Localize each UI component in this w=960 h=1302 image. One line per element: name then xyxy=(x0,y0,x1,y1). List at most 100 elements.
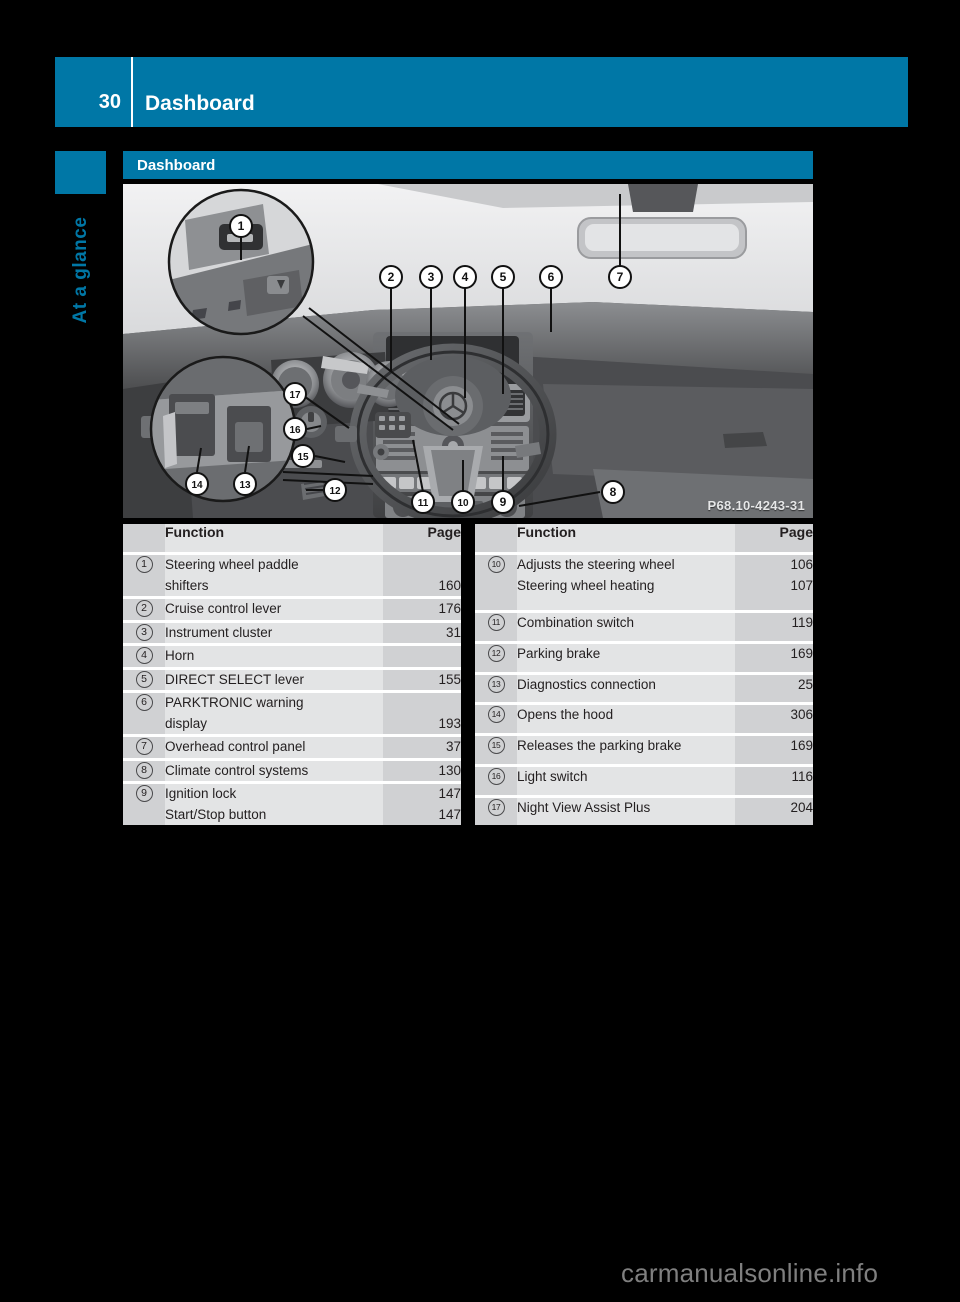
row-number-cell: 15 xyxy=(475,736,517,764)
callout-badge: 12 xyxy=(487,645,505,663)
row-number-cell: 14 xyxy=(475,705,517,734)
header-cell-number xyxy=(123,524,165,552)
row-function-cell: Overhead control panel xyxy=(165,737,383,758)
row-number-cell: 3 xyxy=(123,622,165,644)
callout-badge: 10 xyxy=(487,556,505,573)
row-page-cell: 169 xyxy=(735,736,813,764)
svg-text:1: 1 xyxy=(238,219,245,233)
sidebar-chapter-label-text: At a glance xyxy=(69,216,91,324)
row-number-cell: 12 xyxy=(475,644,517,672)
table-row: 8 Climate control systems 130 xyxy=(123,760,461,782)
header-cell-page: Page xyxy=(383,524,461,552)
page-title: Dashboard xyxy=(145,92,255,115)
row-page-cell: 37 xyxy=(383,737,461,758)
svg-text:8: 8 xyxy=(610,485,617,499)
row-function-cell: Opens the hood xyxy=(517,705,735,734)
row-function-cell: Climate control systems xyxy=(165,760,383,782)
row-page-cell: 306 xyxy=(735,705,813,734)
row-function-cell: Ignition lock Start/Stop button xyxy=(165,784,383,826)
row-page-cell: 119 xyxy=(735,613,813,642)
svg-text:11: 11 xyxy=(418,498,429,509)
svg-text:4: 4 xyxy=(462,270,469,284)
table-row: 12 Parking brake 169 xyxy=(475,644,813,672)
callout-badge: 7 xyxy=(135,738,153,756)
table-row: 2 Cruise control lever 176 xyxy=(123,599,461,620)
callout-badge: 9 xyxy=(135,785,153,803)
callout-badge: 8 xyxy=(135,761,153,779)
table-row: 14 Opens the hood 306 xyxy=(475,705,813,734)
row-number-cell: 2 xyxy=(123,599,165,620)
callout-badge: 17 xyxy=(487,798,505,816)
row-function-cell: Cruise control lever xyxy=(165,599,383,620)
row-page-cell xyxy=(383,646,461,667)
row-number-cell: 5 xyxy=(123,669,165,691)
table-row: 7 Overhead control panel 37 xyxy=(123,737,461,758)
row-function-cell: Horn xyxy=(165,646,383,667)
function-table-right-body: 10 Adjusts the steering wheel Steering w… xyxy=(475,552,813,826)
row-number-cell: 10 xyxy=(475,555,517,611)
illustration-caption: P68.10-4243-31 xyxy=(707,498,805,513)
svg-text:12: 12 xyxy=(329,486,341,497)
row-number-cell: 11 xyxy=(475,613,517,642)
callout-badge: 11 xyxy=(487,614,505,632)
row-function-cell: DIRECT SELECT lever xyxy=(165,669,383,691)
function-tables: Function Page 1 Steering wheel paddle sh… xyxy=(123,524,813,826)
row-number-cell: 4 xyxy=(123,646,165,667)
row-function-cell: Night View Assist Plus xyxy=(517,797,735,826)
table-row: 3 Instrument cluster 31 xyxy=(123,622,461,644)
callout-badge: 14 xyxy=(487,706,505,724)
callout-badge: 15 xyxy=(487,737,505,755)
table-row: 17 Night View Assist Plus 204 xyxy=(475,797,813,826)
row-function-cell: Light switch xyxy=(517,766,735,795)
svg-text:17: 17 xyxy=(289,390,301,401)
row-page-cell: 193 xyxy=(383,693,461,735)
callout-badge: 6 xyxy=(135,694,153,712)
callout-badge: 16 xyxy=(487,767,505,785)
row-function-cell: Parking brake xyxy=(517,644,735,672)
row-function-cell: Diagnostics connection xyxy=(517,674,735,703)
row-number-cell: 16 xyxy=(475,766,517,795)
dashboard-illustration-graphic: 1 2 3 4 5 6 7 8 9 10 11 12 13 14 15 16 1… xyxy=(123,184,813,518)
function-table-left-body: 1 Steering wheel paddle shifters 160 2 C… xyxy=(123,552,461,826)
callout-badge: 13 xyxy=(487,675,505,693)
header-divider xyxy=(131,57,133,127)
table-row: 13 Diagnostics connection 25 xyxy=(475,674,813,703)
table-row: 11 Combination switch 119 xyxy=(475,613,813,642)
callout-badge: 1 xyxy=(135,556,153,573)
row-number-cell: 8 xyxy=(123,760,165,782)
header-cell-number xyxy=(475,524,517,552)
row-page-cell: 204 xyxy=(735,797,813,826)
row-page-cell: 116 xyxy=(735,766,813,795)
sidebar-chapter-marker xyxy=(55,151,106,194)
svg-text:7: 7 xyxy=(617,270,624,284)
row-number-cell: 6 xyxy=(123,693,165,735)
row-number-cell: 1 xyxy=(123,555,165,597)
row-function-cell: Steering wheel paddle shifters xyxy=(165,555,383,597)
function-table-right: Function Page 10 Adjusts the steering wh… xyxy=(475,524,813,826)
row-page-cell: 106 107 xyxy=(735,555,813,611)
callout-badge: 3 xyxy=(135,623,153,641)
section-title: Dashboard xyxy=(123,151,813,179)
callout-badge: 4 xyxy=(135,647,153,665)
row-function-cell: Instrument cluster xyxy=(165,622,383,644)
svg-text:10: 10 xyxy=(457,498,469,509)
row-page-cell: 160 xyxy=(383,555,461,597)
table-row: 16 Light switch 116 xyxy=(475,766,813,795)
page-header-bar: 30 Dashboard xyxy=(55,57,908,127)
row-number-cell: 13 xyxy=(475,674,517,703)
table-row: 15 Releases the parking brake 169 xyxy=(475,736,813,764)
table-row: 9 Ignition lock Start/Stop button 147 14… xyxy=(123,784,461,826)
page-number: 30 xyxy=(98,91,121,113)
section-title-text: Dashboard xyxy=(137,156,216,174)
row-function-cell: Adjusts the steering wheel Steering whee… xyxy=(517,555,735,611)
sidebar-chapter-label: At a glance xyxy=(55,190,106,350)
table-row: 1 Steering wheel paddle shifters 160 xyxy=(123,555,461,597)
row-page-cell: 169 xyxy=(735,644,813,672)
row-page-cell: 25 xyxy=(735,674,813,703)
row-number-cell: 9 xyxy=(123,784,165,826)
table-row: 5 DIRECT SELECT lever 155 xyxy=(123,669,461,691)
site-watermark: carmanualsonline.info xyxy=(621,1258,879,1288)
svg-text:2: 2 xyxy=(388,270,395,284)
header-cell-page: Page xyxy=(735,524,813,552)
row-page-cell: 176 xyxy=(383,599,461,620)
